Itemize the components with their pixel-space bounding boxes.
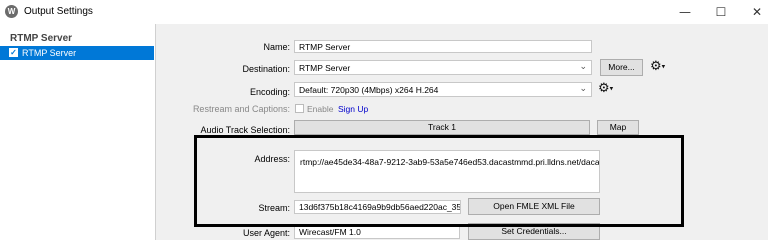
enabled-checkbox[interactable]: ✓ bbox=[9, 48, 18, 57]
sidebar-header: RTMP Server bbox=[10, 33, 73, 44]
gear-icon: ⚙ bbox=[598, 81, 610, 96]
destination-select[interactable]: RTMP Server ⌄ bbox=[294, 60, 592, 75]
chevron-down-icon: ⌄ bbox=[579, 62, 587, 72]
wirecast-app-icon: W bbox=[5, 5, 18, 18]
restream-enable-checkbox[interactable] bbox=[295, 104, 304, 113]
enable-label: Enable bbox=[307, 104, 334, 114]
more-button[interactable]: More... bbox=[600, 59, 643, 76]
user-agent-value: Wirecast/FM 1.0 bbox=[299, 227, 361, 237]
caret-down-icon: ▾ bbox=[661, 62, 666, 71]
map-button[interactable]: Map bbox=[597, 120, 639, 135]
close-button[interactable]: ✕ bbox=[739, 0, 768, 24]
encoding-settings-button[interactable]: ⚙▾ bbox=[598, 81, 613, 96]
window-title: Output Settings bbox=[24, 6, 93, 17]
minimize-button[interactable]: — bbox=[667, 0, 703, 24]
name-label: Name: bbox=[263, 42, 290, 52]
name-input[interactable]: RTMP Server bbox=[294, 40, 592, 53]
chevron-down-icon: ⌄ bbox=[579, 84, 587, 94]
highlight-box bbox=[194, 135, 684, 227]
maximize-button[interactable]: ☐ bbox=[703, 0, 739, 24]
encoding-value: Default: 720p30 (4Mbps) x264 H.264 bbox=[299, 85, 439, 95]
destination-value: RTMP Server bbox=[299, 63, 351, 73]
gear-icon: ⚙ bbox=[650, 59, 662, 74]
audio-track-button[interactable]: Track 1 bbox=[294, 120, 590, 135]
caret-down-icon: ▾ bbox=[609, 84, 614, 93]
destination-settings-button[interactable]: ⚙▾ bbox=[650, 59, 665, 74]
sidebar-item-label: RTMP Server bbox=[22, 48, 77, 58]
encoding-label: Encoding: bbox=[249, 87, 290, 97]
title-bar: W Output Settings — ☐ ✕ bbox=[0, 0, 768, 24]
audio-track-label: Audio Track Selection: bbox=[200, 125, 290, 135]
restream-label: Restream and Captions: bbox=[192, 104, 290, 114]
sidebar-item-rtmp-server[interactable]: ✓ RTMP Server bbox=[0, 46, 154, 60]
encoding-select[interactable]: Default: 720p30 (4Mbps) x264 H.264 ⌄ bbox=[294, 82, 592, 97]
user-agent-label: User Agent: bbox=[242, 228, 290, 238]
output-sidebar: RTMP Server ✓ RTMP Server bbox=[0, 24, 156, 240]
sign-up-link[interactable]: Sign Up bbox=[338, 104, 368, 114]
destination-label: Destination: bbox=[242, 64, 290, 74]
